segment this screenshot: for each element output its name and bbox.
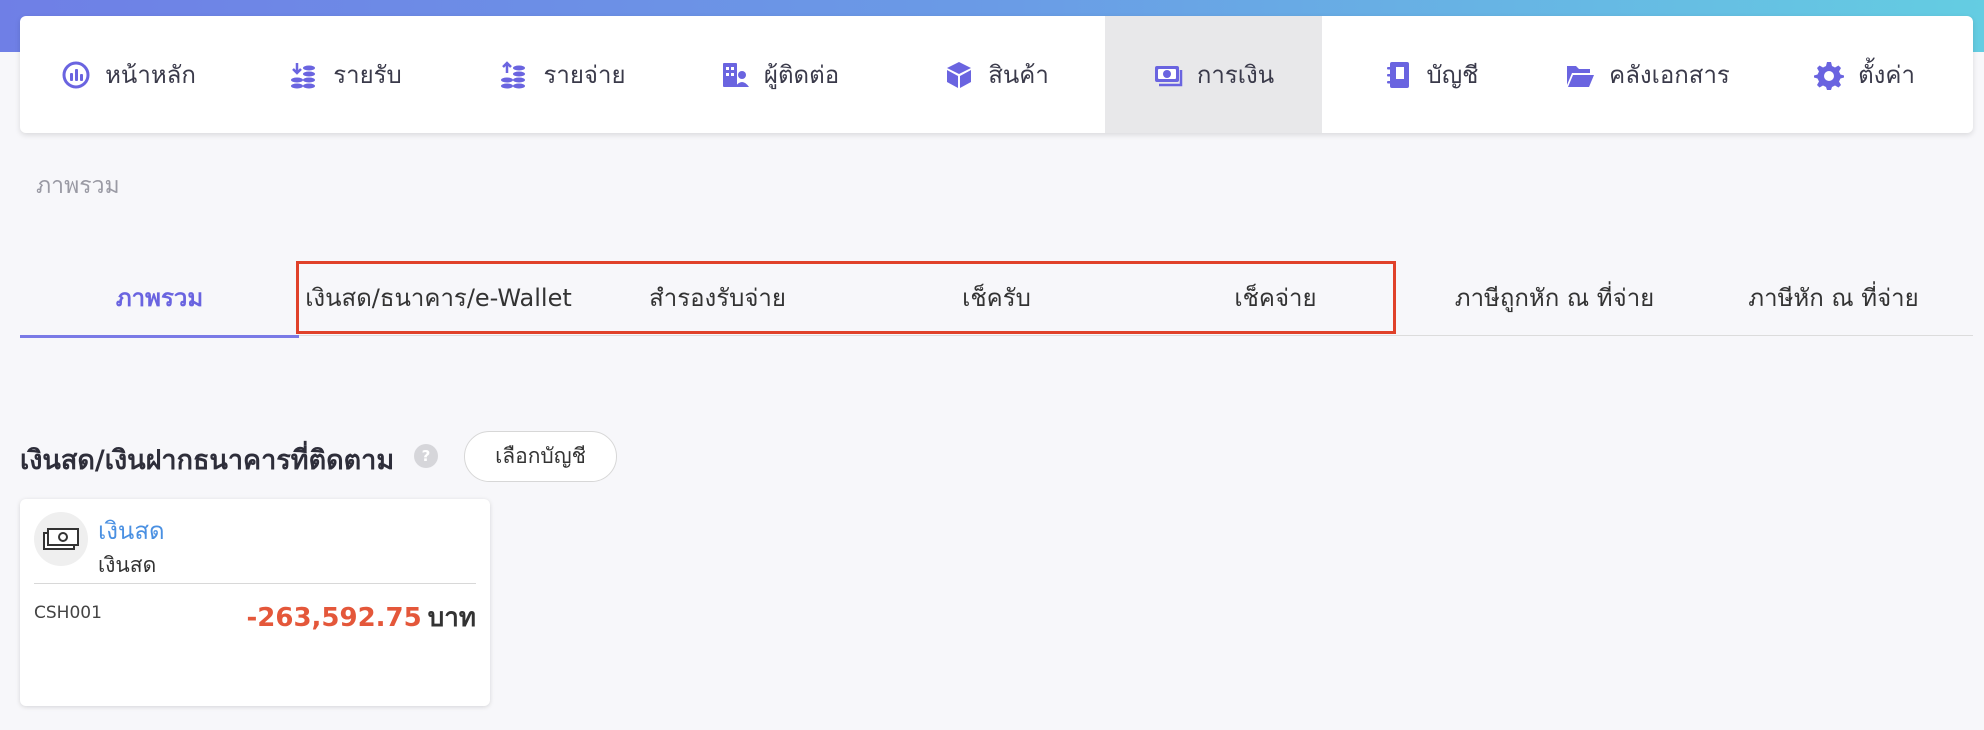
dashboard-icon	[61, 60, 91, 90]
nav-item-contacts[interactable]: ผู้ติดต่อ	[671, 16, 888, 133]
gear-icon	[1814, 60, 1845, 90]
nav-item-dashboard[interactable]: หน้าหลัก	[20, 16, 237, 133]
contacts-icon	[720, 60, 750, 90]
finance-tabs: ภาพรวม เงินสด/ธนาคาร/e-Wallet สำรองรับจ่…	[20, 258, 1973, 338]
money-icon	[1153, 60, 1183, 90]
account-name-link[interactable]: เงินสด	[98, 511, 165, 550]
nav-item-settings[interactable]: ตั้งค่า	[1756, 16, 1973, 133]
tab-petty-cash[interactable]: สำรองรับจ่าย	[578, 258, 857, 336]
main-navbar: หน้าหลัก รายรับ รายจ่าย ผู้ติดต่อ สินค้า…	[20, 16, 1973, 133]
account-card[interactable]: เงินสด เงินสด CSH001 -263,592.75 บาท	[20, 499, 490, 706]
tab-cheque-received[interactable]: เช็ครับ	[857, 258, 1136, 336]
account-balance: -263,592.75 บาท	[246, 597, 476, 638]
nav-item-label: หน้าหลัก	[105, 61, 196, 89]
nav-item-label: ผู้ติดต่อ	[763, 61, 840, 89]
nav-item-label: บัญชี	[1426, 61, 1479, 89]
balance-currency: บาท	[427, 603, 476, 633]
folder-icon	[1565, 60, 1595, 90]
cash-icon	[34, 512, 88, 566]
nav-item-expense[interactable]: รายจ่าย	[454, 16, 671, 133]
nav-item-label: รายจ่าย	[543, 61, 626, 89]
card-divider	[34, 583, 476, 584]
expense-icon	[499, 60, 529, 90]
nav-item-label: สินค้า	[988, 61, 1049, 89]
nav-item-label: รายรับ	[333, 61, 402, 89]
product-box-icon	[944, 60, 974, 90]
select-account-button[interactable]: เลือกบัญชี	[464, 431, 617, 482]
nav-item-documents[interactable]: คลังเอกสาร	[1539, 16, 1756, 133]
account-code: CSH001	[34, 603, 102, 623]
nav-item-label: คลังเอกสาร	[1609, 61, 1730, 89]
tab-overview[interactable]: ภาพรวม	[20, 258, 299, 338]
nav-item-income[interactable]: รายรับ	[237, 16, 454, 133]
breadcrumb: ภาพรวม	[36, 173, 120, 199]
tab-withholding-tax[interactable]: ภาษีหัก ณ ที่จ่าย	[1694, 258, 1973, 336]
nav-item-accounting[interactable]: บัญชี	[1322, 16, 1539, 133]
nav-item-label: การเงิน	[1196, 61, 1275, 89]
balance-value: -263,592.75	[246, 603, 422, 633]
nav-item-label: ตั้งค่า	[1858, 61, 1915, 89]
nav-item-finance[interactable]: การเงิน	[1105, 16, 1322, 133]
ledger-book-icon	[1383, 60, 1413, 90]
account-type: เงินสด	[98, 553, 157, 577]
tab-withholding-tax-deducted[interactable]: ภาษีถูกหัก ณ ที่จ่าย	[1415, 258, 1694, 336]
section-title: เงินสด/เงินฝากธนาคารที่ติดตาม	[20, 445, 395, 476]
tab-cheque-paid[interactable]: เช็คจ่าย	[1136, 258, 1415, 336]
help-icon[interactable]: ?	[414, 444, 438, 468]
nav-item-products[interactable]: สินค้า	[888, 16, 1105, 133]
tab-cash-bank-ewallet[interactable]: เงินสด/ธนาคาร/e-Wallet	[299, 258, 578, 336]
income-icon	[289, 60, 319, 90]
